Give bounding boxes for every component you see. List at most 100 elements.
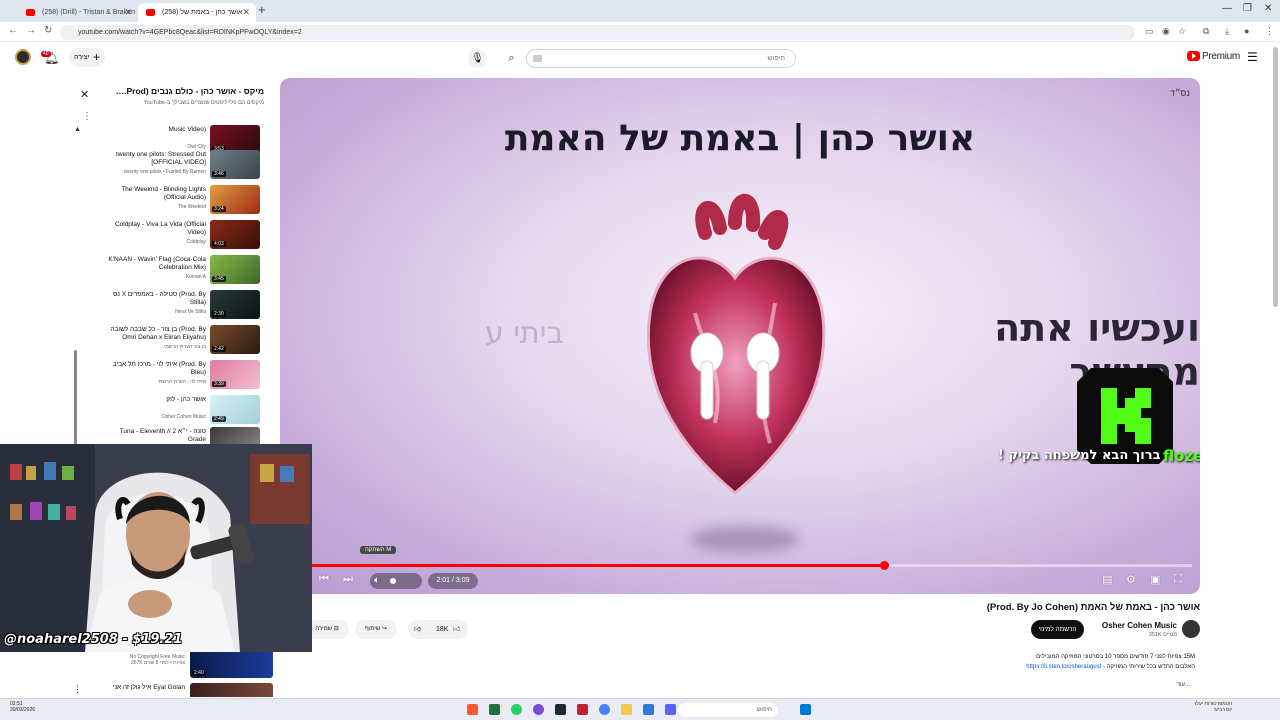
recommended-thumbnail[interactable]: 2:40 [190, 650, 273, 678]
bookmark-star-icon[interactable]: ☆ [1178, 26, 1186, 37]
playlist-item[interactable]: 4:03 Coldplay - Viva La Vida (Official Vi… [104, 220, 260, 253]
new-tab-button[interactable]: + [258, 2, 266, 17]
app-icon[interactable] [533, 704, 544, 715]
scroll-up-icon[interactable]: ▲ [74, 126, 81, 133]
fullscreen-icon[interactable]: ⛶ [1174, 573, 1182, 586]
playlist-thumbnail[interactable]: 3:24 [210, 185, 260, 214]
windows-start-icon[interactable] [800, 704, 811, 715]
voice-search-mic-icon[interactable]: 🎙︎ [468, 49, 487, 68]
description-link[interactable]: https://li.sten.to/osheraugust [1026, 664, 1101, 670]
notification-count-badge: 40 [41, 51, 51, 57]
recommended-thumbnail[interactable] [190, 683, 273, 697]
terminal-icon[interactable] [489, 704, 500, 715]
description-box[interactable]: 15M צפיות לפני 7 חודשים מספר 10 בסרטוני … [985, 648, 1200, 696]
chrome-menu-icon[interactable]: ⋮ [1265, 26, 1274, 37]
playlist-more-icon[interactable]: ⋮ [82, 111, 92, 122]
weather-widget[interactable]: הטמפרטורות יעלו יום רביעי [1195, 701, 1232, 713]
discord-icon[interactable] [665, 704, 676, 715]
recommended-title[interactable]: Eyal Golan איל גולן זה אני [80, 684, 185, 691]
previous-icon[interactable]: ⏮ [319, 573, 329, 586]
search-icon[interactable]: ⌕ [503, 50, 520, 67]
window-close-icon[interactable]: ✕ [1264, 3, 1272, 14]
playlist-thumbnail[interactable]: 3:39 [210, 360, 260, 389]
playlist-item[interactable]: 2:42 בן צור - כל שבבה לשובה (Prod. By Omr… [104, 325, 260, 358]
back-icon[interactable]: ← [8, 25, 18, 36]
playlist-item-channel: בן צור הערוץ הרשמי [164, 344, 206, 350]
reload-icon[interactable]: ↻ [44, 25, 52, 36]
subtitles-icon[interactable]: ▤ [1102, 573, 1112, 586]
create-button[interactable]: יצירה + [69, 48, 105, 67]
cast-icon[interactable]: ▭ [1145, 26, 1154, 37]
playlist-thumbnail[interactable]: 2:42 [210, 325, 260, 354]
profile-avatar-icon[interactable]: ● [1244, 26, 1249, 36]
app-icon[interactable] [467, 704, 478, 715]
close-playlist-icon[interactable]: ✕ [80, 88, 89, 101]
browser-tab-active[interactable]: (258) אושר כהן - באמת של ✕ [138, 3, 256, 22]
playlist-item-title: twenty one pilots: Stressed Out [OFFICIA… [116, 151, 206, 166]
scrubber-handle[interactable] [880, 561, 889, 570]
url-input[interactable]: youtube.com/watch?v=4GEPbc8Qeac&list=RDI… [60, 25, 1135, 40]
playlist-item[interactable]: 2:49 אושר כהן - לוק Osher Cohen Music [104, 395, 260, 428]
dislike-icon[interactable]: 👎︎ [414, 620, 421, 639]
close-tab-icon[interactable]: ✕ [124, 3, 132, 22]
share-button[interactable]: שיתוף ↪ [355, 620, 397, 639]
channel-name[interactable]: Osher Cohen Music [1080, 621, 1177, 630]
playlist-item[interactable]: 3:39 איתי לוי - מרכז תל אביב (Prod. By Bl… [104, 360, 260, 393]
app-icon[interactable] [577, 704, 588, 715]
playlist-thumbnail[interactable]: 2:30 [210, 290, 260, 319]
playlist-item-title: בן צור - כל שבבה לשובה (Prod. By Omri De… [110, 326, 206, 341]
close-tab-icon[interactable]: ✕ [242, 3, 250, 22]
playlist-scrollbar[interactable] [74, 350, 77, 445]
next-icon[interactable]: ⏭ [343, 573, 353, 586]
playlist-title[interactable]: מיקס - אושר כהן - כולם גנבים (Prod.… [89, 86, 264, 96]
keyboard-icon[interactable] [533, 55, 542, 62]
download-icon[interactable]: ⤓ [1225, 26, 1229, 37]
playlist-item[interactable]: 2:30 נס X סטילה - באמפרים (Prod. By Still… [104, 290, 260, 323]
maximize-icon[interactable]: ❐ [1243, 3, 1252, 14]
taskbar-clock: 02:51 30/03/2026 [10, 701, 35, 713]
description-stats: 15M צפיות לפני 7 חודשים מספר 10 בסרטוני … [1036, 654, 1195, 660]
progress-fill [312, 564, 884, 567]
volume-slider-knob[interactable] [390, 578, 396, 584]
page-scrollbar[interactable] [1273, 47, 1278, 307]
browser-tab[interactable]: (258) (Drill) - Tristan & Braken ✕ [18, 3, 138, 22]
minimize-icon[interactable]: — [1222, 3, 1232, 14]
progress-bar[interactable] [312, 561, 1192, 570]
video-duration: 4:03 [212, 241, 226, 247]
incognito-icon[interactable]: ◉ [1162, 26, 1170, 37]
taskbar-search[interactable]: חיפוש [678, 703, 778, 717]
like-dislike-button[interactable]: 👎︎ 18K 👍︎ [408, 620, 468, 639]
hamburger-menu-icon[interactable]: ☰ [1247, 50, 1258, 64]
playlist-thumbnail[interactable]: 3:45 [210, 255, 260, 284]
steam-icon[interactable] [555, 704, 566, 715]
settings-gear-icon[interactable]: ⚙ [1126, 573, 1136, 586]
playlist-thumbnail[interactable]: 4:03 [210, 220, 260, 249]
file-explorer-icon[interactable] [621, 704, 632, 715]
like-icon[interactable]: 👍︎ [453, 620, 460, 639]
whatsapp-icon[interactable] [511, 704, 522, 715]
volume-icon[interactable]: 🔈︎ [374, 575, 380, 586]
search-input[interactable]: חיפוש [526, 49, 796, 68]
youtube-premium-logo[interactable]: Premium [1202, 51, 1240, 62]
youtube-logo-icon[interactable] [1187, 51, 1200, 61]
forward-icon[interactable]: → [26, 25, 36, 36]
video-player[interactable]: נס״ד אושר כהן | באמת של האמת ביתי ע ועכש… [280, 78, 1200, 594]
playlist-item-title: Music Video) [168, 126, 206, 133]
miniplayer-icon[interactable]: ▣ [1150, 573, 1160, 586]
playlist-thumbnail[interactable]: 3:46 [210, 150, 260, 179]
channel-avatar[interactable] [1182, 620, 1200, 638]
playlist-item[interactable]: 3:24 The Weeknd - Blinding Lights (Offici… [104, 185, 260, 218]
playlist-item-title: איתי לוי - מרכז תל אביב (Prod. By Bleu) [112, 361, 206, 376]
chrome-icon[interactable] [599, 704, 610, 715]
playlist-item[interactable]: 3:46 twenty one pilots: Stressed Out [OFF… [104, 150, 260, 183]
playlist-item-channel: The Weeknd [177, 204, 206, 210]
playlist-thumbnail[interactable]: 2:49 [210, 395, 260, 424]
extensions-icon[interactable]: ⧉ [1203, 26, 1209, 37]
url-text: youtube.com/watch?v=4GEPbc8Qeac&list=RDI… [78, 29, 302, 36]
description-more-link[interactable]: עוד... [1177, 682, 1190, 688]
volume-control[interactable]: 🔈︎ [370, 573, 422, 589]
subscribe-button[interactable]: הרשמה למינוי [1031, 620, 1084, 639]
user-avatar[interactable] [15, 49, 31, 65]
app-icon[interactable] [643, 704, 654, 715]
playlist-item[interactable]: 3:45 K'NAAN - Wavin' Flag (Coca-Cola Cele… [104, 255, 260, 288]
